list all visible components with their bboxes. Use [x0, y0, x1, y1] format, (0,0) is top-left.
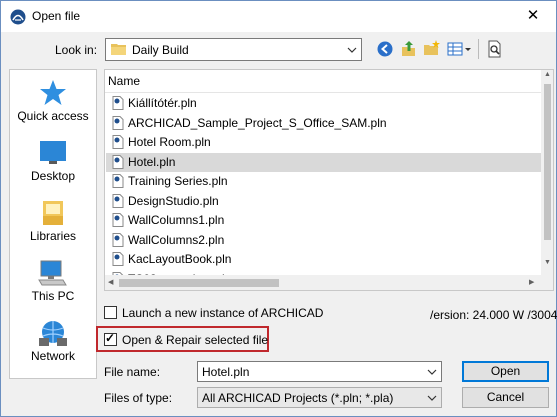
libraries-icon [43, 201, 63, 225]
file-type-label: Files of type: [104, 391, 173, 405]
new-folder-icon[interactable] [422, 39, 442, 59]
archicad-file-icon [112, 193, 124, 208]
archicad-file-icon [112, 252, 124, 266]
file-name: WallColumns2.pln [128, 232, 225, 247]
file-row[interactable]: Hotel Room.pln [106, 133, 542, 152]
file-row[interactable]: Kiállítótér.pln [106, 94, 542, 113]
file-name: WallColumns1.pln [128, 213, 225, 227]
file-row[interactable]: Training Series.pln [106, 172, 542, 191]
vertical-scrollbar[interactable]: ▲ ▼ [541, 70, 553, 290]
file-name-value: Hotel.pln [202, 365, 250, 379]
look-in-label: Look in: [55, 43, 98, 57]
file-name-input[interactable]: Hotel.pln [197, 361, 442, 382]
place-label: Libraries [29, 229, 77, 243]
scroll-left-icon[interactable]: ◀ [108, 278, 113, 286]
scroll-right-icon[interactable]: ▶ [529, 278, 534, 286]
file-name: Kiállítótér.pln [128, 96, 197, 110]
file-name: DesignStudio.pln [128, 193, 219, 208]
archicad-file-icon [112, 115, 124, 130]
network-icon [39, 321, 67, 346]
column-header-name[interactable]: Name [108, 74, 140, 88]
file-row[interactable]: ARCHICAD_Sample_Project_S_Office_SAM.pln [106, 114, 542, 133]
star-icon [40, 80, 66, 105]
preview-icon[interactable] [485, 39, 505, 59]
toolbar-separator [478, 39, 479, 59]
archicad-file-icon [112, 213, 124, 227]
file-row[interactable]: KacLayoutBook.pln [106, 250, 542, 269]
open-button[interactable]: Open [462, 361, 549, 382]
file-type-value: All ARCHICAD Projects (*.pln; *.pla) [202, 391, 394, 405]
chevron-down-icon [347, 47, 357, 53]
up-folder-icon[interactable] [399, 39, 419, 59]
look-in-value: Daily Build [132, 43, 189, 57]
file-row[interactable]: WallColumns1.pln [106, 211, 542, 230]
file-row[interactable]: WallColumns2.pln [106, 231, 542, 250]
file-name: Hotel.pln [128, 154, 176, 169]
file-name: KacLayoutBook.pln [128, 252, 232, 266]
chevron-down-icon [427, 395, 437, 401]
archicad-file-icon [112, 232, 124, 247]
header-divider [105, 92, 543, 93]
desktop-icon [40, 141, 66, 164]
file-name: Training Series.pln [128, 174, 228, 188]
archicad-file-icon [112, 154, 124, 169]
file-row[interactable]: Hotel.pln [106, 152, 542, 172]
vertical-scroll-thumb[interactable] [544, 84, 551, 240]
place-label: Network [30, 349, 75, 363]
place-label: This PC [31, 289, 75, 303]
file-type-dropdown[interactable]: All ARCHICAD Projects (*.pln; *.pla) [197, 387, 442, 408]
open-repair-checkbox[interactable]: ✓ [104, 331, 117, 346]
launch-new-instance-label: Launch a new instance of ARCHICAD [122, 306, 324, 320]
horizontal-scroll-thumb[interactable] [119, 279, 279, 287]
archicad-file-icon [112, 135, 124, 149]
places-sidebar: Quick access Desktop Libraries This PC N… [9, 69, 97, 379]
look-in-dropdown[interactable]: Daily Build [105, 38, 362, 61]
cancel-button[interactable]: Cancel [462, 387, 549, 408]
view-menu-icon[interactable] [446, 39, 472, 59]
file-name-label: File name: [104, 365, 161, 379]
title-bar[interactable]: Open file ✕ [1, 1, 556, 32]
window-title: Open file [32, 9, 81, 23]
scroll-down-icon[interactable]: ▼ [544, 259, 551, 266]
close-icon[interactable]: ✕ [521, 6, 545, 26]
launch-new-instance-checkbox[interactable] [104, 306, 117, 319]
horizontal-scrollbar[interactable]: ◀ ▶ [105, 275, 541, 290]
file-name: Hotel Room.pln [128, 135, 211, 149]
file-row[interactable]: DesignStudio.pln [106, 192, 542, 211]
archicad-file-icon [112, 174, 124, 188]
place-label: Quick access [17, 109, 89, 123]
file-name: ARCHICAD_Sample_Project_S_Office_SAM.pln [128, 115, 387, 130]
folder-icon [111, 44, 126, 55]
computer-icon [38, 260, 67, 286]
place-label: Desktop [30, 169, 76, 183]
version-text: /ersion: 24.000 W /3004 [430, 308, 557, 322]
file-list[interactable]: Name Kiállítótér.pln ARCHICAD_Sample_Proj… [104, 69, 554, 291]
archicad-app-icon [10, 9, 26, 25]
back-icon[interactable] [375, 39, 395, 59]
scroll-up-icon[interactable]: ▲ [544, 71, 551, 78]
open-file-dialog: Open file ✕ Look in: Daily Build Quick a… [0, 0, 557, 417]
chevron-down-icon[interactable] [426, 365, 438, 379]
archicad-file-icon [112, 96, 124, 110]
open-repair-label: Open & Repair selected file [122, 333, 269, 347]
